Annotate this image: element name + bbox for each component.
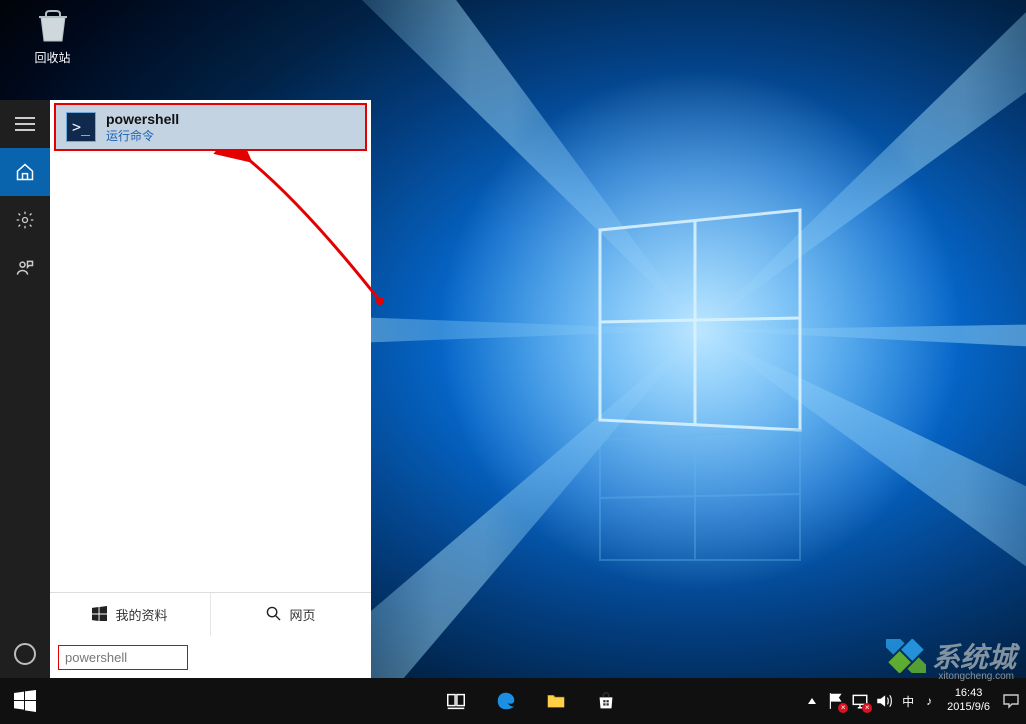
watermark-brand: 系统城 xyxy=(932,636,1016,676)
tray-volume-button[interactable] xyxy=(875,692,893,710)
hamburger-icon xyxy=(15,117,35,131)
folder-icon xyxy=(545,690,567,712)
windows-logo-icon xyxy=(14,690,36,712)
watermark: 系统城 xyxy=(886,636,1016,676)
search-input-row xyxy=(50,636,371,678)
system-tray: 中 ♪ 16:43 2015/9/6 xyxy=(803,678,1026,724)
clock-date: 2015/9/6 xyxy=(947,701,990,715)
desktop-icon-label: 回收站 xyxy=(34,49,70,66)
tray-overflow-button[interactable] xyxy=(803,692,821,710)
search-panel: powershell 运行命令 xyxy=(0,100,371,678)
edge-icon xyxy=(495,690,517,712)
cortana-button[interactable] xyxy=(0,630,50,678)
results-body xyxy=(50,151,371,592)
search-scope-tabs: 我的资料 网页 xyxy=(50,592,371,636)
tray-security-button[interactable] xyxy=(827,692,845,710)
taskbar-store-button[interactable] xyxy=(581,678,631,724)
watermark-logo-icon xyxy=(886,639,926,673)
search-results-area: powershell 运行命令 xyxy=(50,100,371,678)
annotation-arrow xyxy=(130,151,400,321)
tab-my-stuff[interactable]: 我的资料 xyxy=(50,593,210,636)
start-button[interactable] xyxy=(0,678,50,724)
rail-feedback-button[interactable] xyxy=(0,244,50,292)
notification-icon xyxy=(1002,692,1020,710)
taskbar-taskview-button[interactable] xyxy=(431,678,481,724)
chevron-up-icon xyxy=(808,698,816,704)
ime-language-button[interactable]: 中 xyxy=(899,692,917,710)
taskbar-explorer-button[interactable] xyxy=(531,678,581,724)
search-result-powershell[interactable]: powershell 运行命令 xyxy=(54,103,367,151)
hamburger-menu-button[interactable] xyxy=(0,100,50,148)
tab-web[interactable]: 网页 xyxy=(210,593,371,636)
search-input[interactable] xyxy=(58,645,188,670)
clock-button[interactable]: 16:43 2015/9/6 xyxy=(941,687,996,715)
task-view-icon xyxy=(445,690,467,712)
cortana-icon xyxy=(14,643,36,665)
taskbar-edge-button[interactable] xyxy=(481,678,531,724)
store-icon xyxy=(595,690,617,712)
search-icon xyxy=(266,606,281,624)
result-subtitle: 运行命令 xyxy=(106,127,179,144)
taskbar-pinned-apps xyxy=(431,678,631,724)
tab-web-label: 网页 xyxy=(289,605,315,624)
desktop-icon-recycle-bin[interactable]: 回收站 xyxy=(25,5,80,66)
search-rail xyxy=(0,100,50,678)
volume-icon xyxy=(875,692,893,710)
taskbar: 中 ♪ 16:43 2015/9/6 xyxy=(0,678,1026,724)
desktop: 回收站 xyxy=(0,0,1026,724)
rail-home-button[interactable] xyxy=(0,148,50,196)
watermark-site: xitongcheng.com xyxy=(938,671,1014,682)
action-center-button[interactable] xyxy=(1002,692,1020,710)
recycle-bin-icon xyxy=(33,5,73,45)
clock-time: 16:43 xyxy=(947,687,990,701)
person-feedback-icon xyxy=(15,258,35,278)
home-icon xyxy=(15,162,35,182)
search-result-text: powershell 运行命令 xyxy=(106,111,179,144)
windows-logo-icon xyxy=(92,606,107,624)
tab-my-stuff-label: 我的资料 xyxy=(115,605,167,624)
taskbar-left xyxy=(0,678,50,724)
flag-icon xyxy=(827,692,845,710)
rail-settings-button[interactable] xyxy=(0,196,50,244)
powershell-icon xyxy=(66,112,96,142)
result-title: powershell xyxy=(106,111,179,127)
tray-network-button[interactable] xyxy=(851,692,869,710)
network-icon xyxy=(851,692,869,710)
ime-mode-button[interactable]: ♪ xyxy=(923,692,935,710)
gear-icon xyxy=(15,210,35,230)
